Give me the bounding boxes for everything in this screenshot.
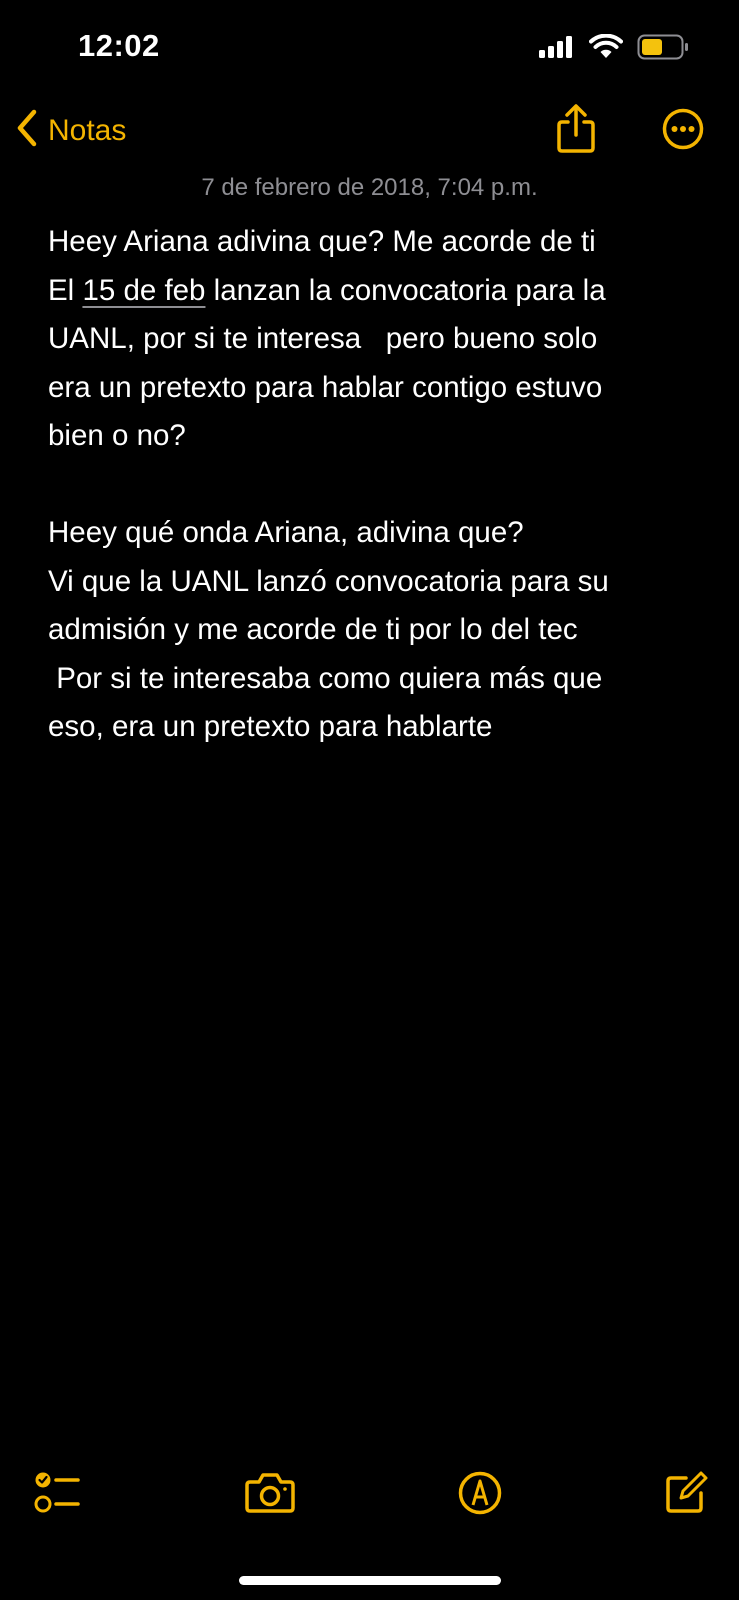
camera-button[interactable]: [244, 1470, 296, 1521]
compose-icon: [664, 1471, 708, 1520]
note-text: El: [48, 273, 83, 307]
note-line: [48, 461, 728, 510]
status-icons: [539, 33, 689, 65]
checklist-button[interactable]: [34, 1470, 82, 1521]
back-label: Notas: [48, 113, 127, 147]
share-icon: [556, 104, 596, 158]
date-link[interactable]: 15 de feb: [82, 274, 205, 307]
note-line: bien o no?: [48, 419, 186, 452]
ellipsis-circle-icon: [662, 108, 704, 154]
note-line: UANL, por si te interesa pero bueno solo: [48, 322, 598, 355]
note-line: El 15 de feb lanzan la convocatoria para…: [48, 267, 728, 316]
status-time: 12:02: [78, 28, 160, 63]
markup-button[interactable]: [458, 1470, 502, 1521]
battery-icon: [637, 34, 689, 65]
note-date: 7 de febrero de 2018, 7:04 p.m.: [201, 174, 538, 201]
share-button[interactable]: [556, 104, 596, 159]
compose-button[interactable]: [664, 1470, 708, 1521]
nav-bar: Notas: [0, 100, 739, 170]
checklist-icon: [34, 1472, 82, 1520]
note-line: Heey qué onda Ariana, adivina que?: [48, 516, 524, 549]
bottom-toolbar: [0, 1470, 739, 1530]
camera-icon: [244, 1473, 296, 1520]
home-indicator: [239, 1576, 501, 1585]
chevron-left-icon: [14, 108, 40, 153]
wifi-icon: [589, 33, 623, 65]
note-line: Vi que la UANL lanzó convocatoria para s…: [48, 564, 609, 598]
back-button[interactable]: Notas: [14, 108, 126, 153]
note-line: admisión y me acorde de ti por lo del te…: [48, 613, 578, 646]
note-body[interactable]: Heey Ariana adivina que? Me acorde de ti…: [48, 218, 728, 752]
status-bar: 12:02: [0, 0, 739, 100]
note-line: Por si te interesaba como quiera más que: [48, 661, 603, 695]
note-line: Heey Ariana adivina que? Me acorde de ti: [48, 225, 596, 258]
note-line: era un pretexto para hablar contigo estu…: [48, 370, 603, 404]
markup-icon: [458, 1471, 502, 1520]
cellular-signal-icon: [539, 35, 575, 64]
more-button[interactable]: [662, 108, 704, 155]
note-line: eso, era un pretexto para hablarte: [48, 710, 493, 743]
note-text: lanzan la convocatoria para la: [205, 273, 606, 307]
